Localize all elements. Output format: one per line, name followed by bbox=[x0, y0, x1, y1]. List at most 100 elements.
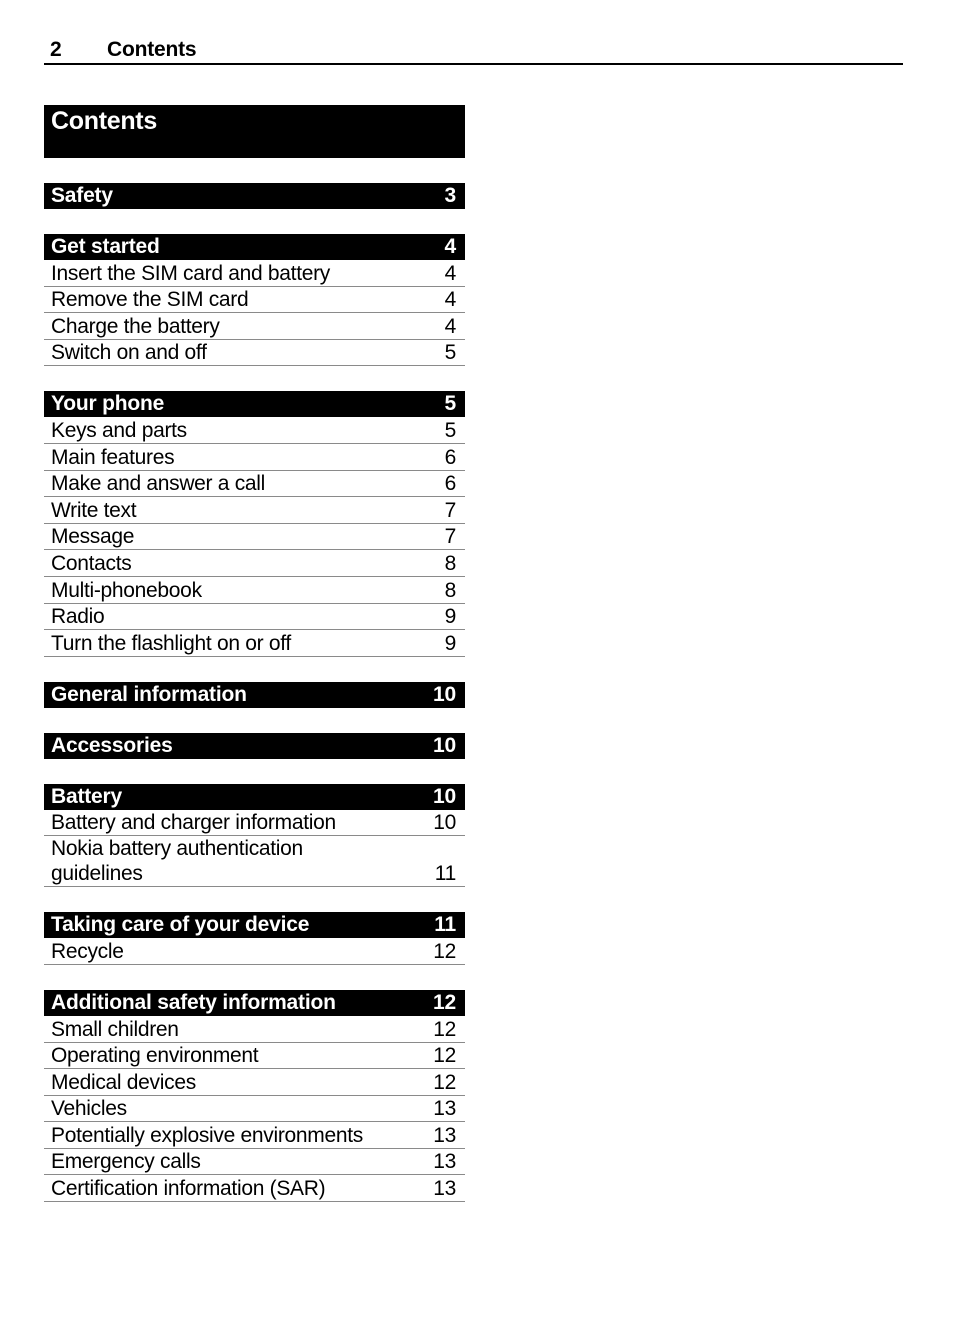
toc-entry[interactable]: Operating environment 12 bbox=[44, 1043, 465, 1070]
toc-section-header[interactable]: Additional safety information 12 bbox=[44, 989, 465, 1016]
entry-label: Small children bbox=[51, 1017, 179, 1041]
section-title: Accessories bbox=[51, 733, 173, 757]
toc-entry[interactable]: Main features 6 bbox=[44, 444, 465, 471]
entry-page-number: 5 bbox=[444, 341, 457, 365]
toc-entry[interactable]: Keys and parts 5 bbox=[44, 417, 465, 444]
toc-section-header[interactable]: Battery 10 bbox=[44, 783, 465, 810]
toc-entry[interactable]: Vehicles 13 bbox=[44, 1096, 465, 1123]
toc-entry[interactable]: Radio 9 bbox=[44, 604, 465, 631]
entry-page-number: 12 bbox=[433, 939, 456, 963]
toc-entry[interactable]: Switch on and off 5 bbox=[44, 340, 465, 367]
entry-label: Contacts bbox=[51, 551, 132, 575]
entry-label: Charge the battery bbox=[51, 314, 220, 338]
table-of-contents: Contents Safety 3 Get started 4 Insert the S… bbox=[44, 105, 465, 1203]
toc-section: Taking care of your device 11 Recycle 12 bbox=[44, 912, 465, 965]
toc-sections: Safety 3 Get started 4 Insert the SIM card a… bbox=[44, 183, 465, 1203]
entry-label: Make and answer a call bbox=[51, 472, 266, 496]
entry-label: Emergency calls bbox=[51, 1150, 201, 1174]
toc-entry[interactable]: Charge the battery 4 bbox=[44, 313, 465, 340]
entry-label: Insert the SIM card and battery bbox=[51, 261, 331, 285]
toc-entry[interactable]: Message 7 bbox=[44, 524, 465, 551]
toc-section: Additional safety information 12 Small chi… bbox=[44, 989, 465, 1203]
toc-section-header[interactable]: General information 10 bbox=[44, 681, 465, 708]
entry-page-number: 7 bbox=[444, 498, 457, 522]
toc-section: Accessories 10 bbox=[44, 732, 465, 759]
entry-label: Operating environment bbox=[51, 1044, 259, 1068]
entry-page-number: 13 bbox=[433, 1177, 456, 1201]
entry-label: Multi-phonebook bbox=[51, 578, 202, 602]
toc-entry[interactable]: Nokia battery authentication guidelines 1… bbox=[44, 836, 465, 888]
toc-section-header[interactable]: Accessories 10 bbox=[44, 732, 465, 759]
toc-section: Battery 10 Battery and charger information… bbox=[44, 783, 465, 888]
toc-entry[interactable]: Emergency calls 13 bbox=[44, 1149, 465, 1176]
section-page-number: 10 bbox=[433, 784, 456, 808]
toc-section: General information 10 bbox=[44, 681, 465, 708]
entry-page-number: 13 bbox=[433, 1150, 456, 1174]
toc-entry[interactable]: Potentially explosive environments 13 bbox=[44, 1122, 465, 1149]
toc-section-header[interactable]: Safety 3 bbox=[44, 183, 465, 209]
page-header: 2 Contents bbox=[44, 34, 903, 65]
entry-page-number: 13 bbox=[433, 1097, 456, 1121]
toc-entry[interactable]: Certification information (SAR) 13 bbox=[44, 1175, 465, 1203]
entry-page-number: 10 bbox=[433, 811, 456, 835]
entry-label: Battery and charger information bbox=[51, 811, 336, 835]
entry-label: Keys and parts bbox=[51, 418, 187, 442]
page-number: 2 bbox=[50, 38, 62, 61]
entry-label: Write text bbox=[51, 498, 137, 522]
section-title: General information bbox=[51, 682, 247, 706]
entry-page-number: 8 bbox=[444, 578, 457, 602]
toc-section-header[interactable]: Taking care of your device 11 bbox=[44, 912, 465, 939]
toc-entry[interactable]: Insert the SIM card and battery 4 bbox=[44, 260, 465, 287]
section-page-number: 10 bbox=[433, 733, 456, 757]
entry-page-number: 5 bbox=[444, 418, 457, 442]
toc-entry[interactable]: Small children 12 bbox=[44, 1016, 465, 1043]
section-title: Get started bbox=[51, 235, 160, 258]
entry-page-number: 4 bbox=[444, 288, 457, 312]
running-title: Contents bbox=[107, 38, 197, 61]
entry-page-number: 4 bbox=[444, 314, 457, 338]
entry-label: Remove the SIM card bbox=[51, 288, 249, 312]
entry-label: Main features bbox=[51, 445, 175, 469]
toc-entry[interactable]: Make and answer a call 6 bbox=[44, 471, 465, 498]
section-title: Battery bbox=[51, 784, 122, 808]
section-page-number: 3 bbox=[444, 184, 457, 207]
entry-page-number: 4 bbox=[444, 261, 457, 285]
toc-section-header[interactable]: Your phone 5 bbox=[44, 391, 465, 418]
entry-label: Vehicles bbox=[51, 1097, 127, 1121]
entry-page-number: 9 bbox=[444, 605, 457, 629]
entry-label: Medical devices bbox=[51, 1070, 196, 1094]
entry-label: Message bbox=[51, 525, 135, 549]
toc-section: Safety 3 bbox=[44, 183, 465, 209]
section-page-number: 11 bbox=[434, 913, 456, 937]
toc-entry[interactable]: Remove the SIM card 4 bbox=[44, 287, 465, 314]
entry-page-number: 6 bbox=[444, 472, 457, 496]
entry-label: Turn the flashlight on or off bbox=[51, 631, 291, 655]
entry-page-number: 12 bbox=[433, 1044, 456, 1068]
toc-section: Your phone 5 Keys and parts 5 Main features 6… bbox=[44, 391, 465, 657]
toc-entry[interactable]: Write text 7 bbox=[44, 497, 465, 524]
section-page-number: 4 bbox=[444, 235, 457, 258]
entry-label: Certification information (SAR) bbox=[51, 1177, 326, 1201]
entry-page-number: 7 bbox=[444, 525, 457, 549]
entry-page-number: 12 bbox=[433, 1017, 456, 1041]
section-page-number: 10 bbox=[433, 682, 456, 706]
toc-entry[interactable]: Multi-phonebook 8 bbox=[44, 577, 465, 604]
section-title: Your phone bbox=[51, 392, 165, 416]
toc-entry[interactable]: Battery and charger information 10 bbox=[44, 810, 465, 837]
toc-section-header[interactable]: Get started 4 bbox=[44, 234, 465, 260]
entry-page-number: 8 bbox=[444, 551, 457, 575]
section-title: Additional safety information bbox=[51, 990, 336, 1014]
entry-page-number: 11 bbox=[434, 862, 457, 886]
entry-label: Nokia battery authentication guidelines bbox=[51, 837, 303, 886]
entry-page-number: 12 bbox=[433, 1070, 456, 1094]
toc-entry[interactable]: Medical devices 12 bbox=[44, 1069, 465, 1096]
entry-label: Potentially explosive environments bbox=[51, 1123, 363, 1147]
toc-entry[interactable]: Turn the flashlight on or off 9 bbox=[44, 630, 465, 657]
section-page-number: 5 bbox=[444, 392, 457, 416]
entry-page-number: 9 bbox=[444, 631, 457, 655]
toc-entry[interactable]: Contacts 8 bbox=[44, 550, 465, 577]
entry-label: Recycle bbox=[51, 939, 124, 963]
toc-entry[interactable]: Recycle 12 bbox=[44, 938, 465, 965]
toc-title: Contents bbox=[44, 105, 465, 158]
toc-section: Get started 4 Insert the SIM card and batt… bbox=[44, 234, 465, 367]
